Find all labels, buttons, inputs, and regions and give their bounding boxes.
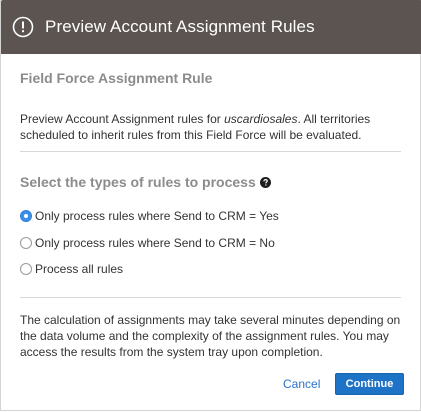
processing-note: The calculation of assignments may take … — [20, 313, 401, 359]
cancel-button[interactable]: Cancel — [283, 377, 320, 391]
radio-button[interactable] — [20, 263, 32, 275]
help-icon[interactable] — [259, 176, 271, 188]
radio-button[interactable] — [20, 237, 32, 249]
preview-assignment-rules-dialog: Preview Account Assignment Rules Field F… — [0, 0, 421, 411]
dialog-header: Preview Account Assignment Rules — [1, 0, 421, 54]
field-force-name: uscardiosales — [224, 112, 298, 126]
radio-send-to-crm-yes[interactable]: Only process rules where Send to CRM = Y… — [20, 209, 279, 223]
radio-button-checked[interactable] — [20, 210, 32, 222]
radio-label[interactable]: Only process rules where Send to CRM = N… — [35, 236, 275, 250]
info-icon — [12, 16, 34, 38]
field-force-description: Preview Account Assignment rules for usc… — [20, 111, 400, 143]
divider — [20, 151, 401, 152]
rules-section-title: Select the types of rules to process — [20, 174, 271, 190]
radio-send-to-crm-no[interactable]: Only process rules where Send to CRM = N… — [20, 236, 275, 250]
field-force-section-title: Field Force Assignment Rule — [20, 70, 213, 86]
dialog-title: Preview Account Assignment Rules — [45, 17, 315, 36]
radio-label[interactable]: Process all rules — [35, 262, 123, 276]
rules-section-label: Select the types of rules to process — [20, 174, 256, 190]
description-prefix: Preview Account Assignment rules for — [20, 112, 225, 126]
radio-dot — [24, 214, 28, 218]
radio-process-all-rules[interactable]: Process all rules — [20, 262, 123, 276]
radio-label[interactable]: Only process rules where Send to CRM = Y… — [35, 209, 279, 223]
continue-button[interactable]: Continue — [335, 373, 404, 395]
divider — [20, 297, 401, 298]
